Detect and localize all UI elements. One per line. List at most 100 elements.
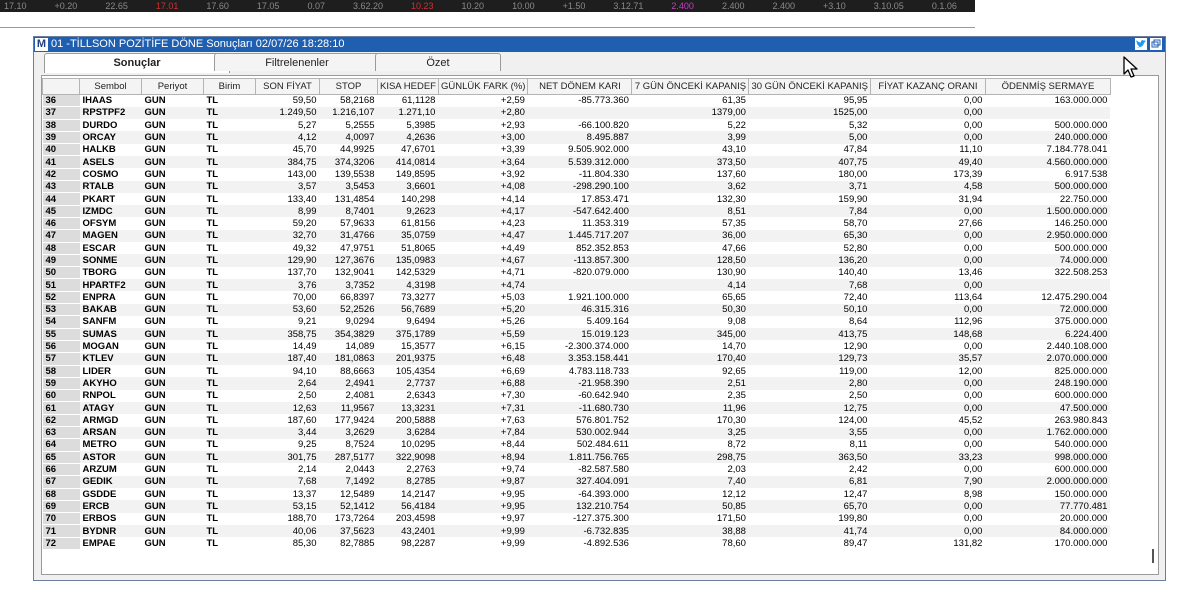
period-cell: GUN [141,254,204,267]
table-row[interactable]: 40 HALKB GUN TL 45,70 44,9925 47,6701 +3,39 9.50… [42,143,1111,157]
close-7d-cell: 2,35 [727,390,746,402]
row-number: 62 [42,414,80,428]
tab-filtrelenenler[interactable]: Filtrelenenler [214,53,380,71]
table-row[interactable]: 54 SANFM GUN TL 9,21 9,0294 9,6494 +5,26 5.409.1… [42,315,1111,329]
row-number: 53 [42,303,80,317]
tab-ozet[interactable]: Özet [375,53,501,71]
period-cell: GUN [141,377,204,390]
table-row[interactable]: 37 RPSTPF2 GUN TL 1.249,50 1.216,107 1.271,10 +… [42,106,1111,120]
table-row[interactable]: 49 SONME GUN TL 129,90 127,3676 135,0983 +4,67-… [42,254,1111,268]
paid-capital-cell: 6.224.400 [985,328,1111,341]
pe-ratio-cell: 112,96 [954,316,983,328]
table-row[interactable]: 47 MAGEN GUN TL 32,70 31,4766 35,0759 +4,47 1.44… [42,229,1111,243]
table-row[interactable]: 39 ORCAY GUN TL 4,12 4,0097 4,2636 +3,00 8.495.8… [42,131,1111,145]
close-7d-cell: 345,00 [631,328,749,341]
paid-capital-cell: 500.000.000 [985,180,1111,193]
net-period-profit-cell: 46.315.316 [527,303,632,316]
table-row[interactable]: 42 COSMO GUN TL 143,00 139,5538 149,8595 +3,92 -… [42,168,1111,182]
table-row[interactable]: 52 ENPRA GUN TL 70,00 66,8397 73,3277 +5,03 1.92… [42,291,1111,305]
pe-ratio-cell: 27,66 [958,218,983,230]
table-row[interactable]: 46 OFSYM GUN TL 59,20 57,9633 61,8156 +4,23 11.3… [42,217,1111,231]
close-30d-cell: 136,20 [748,254,871,267]
short-target-cell: 3,6284 [377,426,439,439]
table-row[interactable]: 61 ATAGY GUN TL 12,63 11,9567 13,3231 +7,31 -11.… [42,401,1111,415]
table-row[interactable]: 60 RNPOL GUN TL 2,50 2,4081 2,6343 +7,30 -60.642… [42,389,1111,403]
table-row[interactable]: 66 ARZUM GUN TL 2,14 2,0443 2,2763 +9,74 -82.587… [42,463,1111,477]
column-header-7-gun-onceki-kapanis[interactable]: 7 GÜN ÖNCEKİ KAPANIŞ [631,78,750,95]
last-price-cell: 187,60 [287,414,317,426]
column-header-son-fiyat[interactable]: SON FİYAT [255,78,320,95]
close-30d-cell: 50,10 [748,303,871,316]
net-period-profit-cell: 9.505.902.000 [568,144,629,156]
net-period-profit-cell: 3.353.158.441 [527,352,632,366]
table-row[interactable]: 68 GSDDE GUN TL 13,37 12,5489 14,2147 +9,95 -64.… [42,488,1111,501]
daily-change-cell: +9,99 [500,537,525,549]
daily-change-cell: +6,15 [500,341,525,353]
table-row[interactable]: 62 ARMGD GUN TL 187,60 177,9424 200,5888 +7,63 5… [42,414,1111,428]
table-row[interactable]: 64 METRO GUN TL 9,25 8,7524 10,0295 +8,44 502.48… [42,438,1111,452]
table-row[interactable]: 58 LIDER GUN TL 94,10 88,6663 105,4354 +6,69 4.7… [42,365,1111,378]
table-row[interactable]: 70 ERBOS GUN TL 188,70 173,7264 203,4598 +9,97 -… [42,512,1111,526]
table-row[interactable]: 55 SUMAS GUN TL 358,75 354,3829 375,1789 +5,59 1… [42,328,1111,341]
pe-ratio-cell: 0,00 [870,205,986,218]
table-row[interactable]: 45 IZMDC GUN TL 8,99 8,7401 9,2623 +4,17 -547.64… [42,205,1111,218]
column-header-periyot[interactable]: Periyot [141,78,204,95]
table-row[interactable]: 41 ASELS GUN TL 384,75 374,3206 414,0814 +3,64 5… [42,155,1111,169]
daily-change-cell: +4,67 [438,254,528,267]
table-header-row: Sembol Periyot Birim SON FİYAT STOP KISA… [42,78,1111,95]
column-header-sembol[interactable]: Sembol [79,78,142,95]
twitter-share-icon[interactable] [1135,38,1147,50]
period-cell: GUN [141,106,204,120]
table-row[interactable]: 48 ESCAR GUN TL 49,32 47,9751 51,8065 +4,49 852.… [42,242,1111,255]
column-header-odenmis-sermaye[interactable]: ÖDENMİŞ SERMAYE [984,78,1111,95]
column-header-30-gun-onceki-kapanis[interactable]: 30 GÜN ÖNCEKİ KAPANIŞ [748,78,871,95]
net-period-profit-cell: 8.495.887 [527,131,632,144]
table-row[interactable]: 51 HPARTF2 GUN TL 3,76 3,7352 4,3198 +4,74 4,14 7… [42,278,1111,292]
column-header-stop[interactable]: STOP [319,78,378,95]
last-price-cell: 85,30 [292,537,317,549]
table-row[interactable]: 50 TBORG GUN TL 137,70 132,9041 142,5329 +4,71 -… [42,266,1111,280]
last-price-cell: 133,40 [287,193,317,205]
table-row[interactable]: 56 MOGAN GUN TL 14,49 14,089 15,3577 +6,15 -2.30… [42,340,1111,354]
unit-cell: TL [206,513,219,525]
window-title: 01 -TİLLSON POZİTİFE DÖNE Sonuçları 02/0… [51,38,345,50]
column-header-row-number[interactable] [42,78,80,95]
tab-sonuclar[interactable]: Sonuçlar [44,53,230,73]
column-header-kisa-hedef[interactable]: KISA HEDEF [377,78,439,95]
table-row[interactable]: 38 DURDO GUN TL 5,27 5,2555 5,3985 +2,93 -66.100… [42,119,1111,132]
close-7d-cell: 12,12 [722,488,746,500]
table-row[interactable]: 67 GEDIK GUN TL 7,68 7,1492 8,2785 +9,87 327.404… [42,475,1111,489]
table-row[interactable]: 43 RTALB GUN TL 3,57 3,5453 3,6601 +4,08 -298.29… [42,180,1111,194]
scrollbar-marker[interactable] [1152,549,1154,563]
net-period-profit-cell: -547.642.400 [527,205,632,218]
table-row[interactable]: 72 EMPAE GUN TL 85,30 82,7885 98,2287 +9,99 -4.8… [42,537,1111,550]
table-row[interactable]: 44 PKART GUN TL 133,40 131,4854 140,298 +4,14 17… [42,192,1111,206]
column-header-gunluk-fark[interactable]: GÜNLÜK FARK (%) [437,78,529,95]
table-row[interactable]: 65 ASTOR GUN TL 301,75 287,5177 322,9098 +8,94 1… [42,451,1111,464]
window-restore-icon[interactable] [1150,38,1162,50]
row-number: 50 [42,266,80,280]
row-number: 40 [42,143,80,157]
pe-ratio-cell: 0,00 [963,341,983,353]
table-row[interactable]: 59 AKYHO GUN TL 2,64 2,4941 2,7737 +6,88 -21.958… [42,377,1111,391]
column-header-net-donem-kari[interactable]: NET DÖNEM KARI [527,78,633,95]
table-row[interactable]: 71 BYDNR GUN TL 40,06 37,5623 43,2401 +9,99 -6.7… [42,524,1111,538]
column-header-birim[interactable]: Birim [203,78,256,95]
symbol-cell: SUMAS [79,328,142,341]
short-target-cell: 203,4598 [395,513,436,525]
unit-cell: TL [206,144,219,156]
table-row[interactable]: 63 ARSAN GUN TL 3,44 3,2629 3,6284 +7,84 530.002… [42,426,1111,440]
table-row[interactable]: 57 KTLEV GUN TL 187,40 181,0863 201,9375 +6,48 3… [42,352,1111,366]
table-row[interactable]: 69 ERCB GUN TL 53,15 52,1412 56,4184 +9,95 132.2… [42,500,1111,514]
paid-capital-cell: 74.000.000 [985,254,1111,267]
daily-change-cell: +7,63 [500,414,525,426]
short-target-cell: 135,0983 [377,254,439,267]
column-header-fiyat-kazanc-orani[interactable]: FİYAT KAZANÇ ORANI [869,78,986,95]
short-target-cell: 1.271,10 [377,106,439,120]
period-cell: GUN [144,341,166,353]
unit-cell: TL [206,267,219,279]
window-titlebar[interactable]: M 01 -TİLLSON POZİTİFE DÖNE Sonuçları 02… [34,37,1165,52]
table-row[interactable]: 53 BAKAB GUN TL 53,60 52,2526 56,7689 +5,20 46.3… [42,303,1111,317]
table-row[interactable]: 36 IHAAS GUN TL 59,50 58,2168 61,1128 +2,59 -85.… [42,94,1111,108]
net-period-profit-cell: -4.892.536 [583,537,629,549]
